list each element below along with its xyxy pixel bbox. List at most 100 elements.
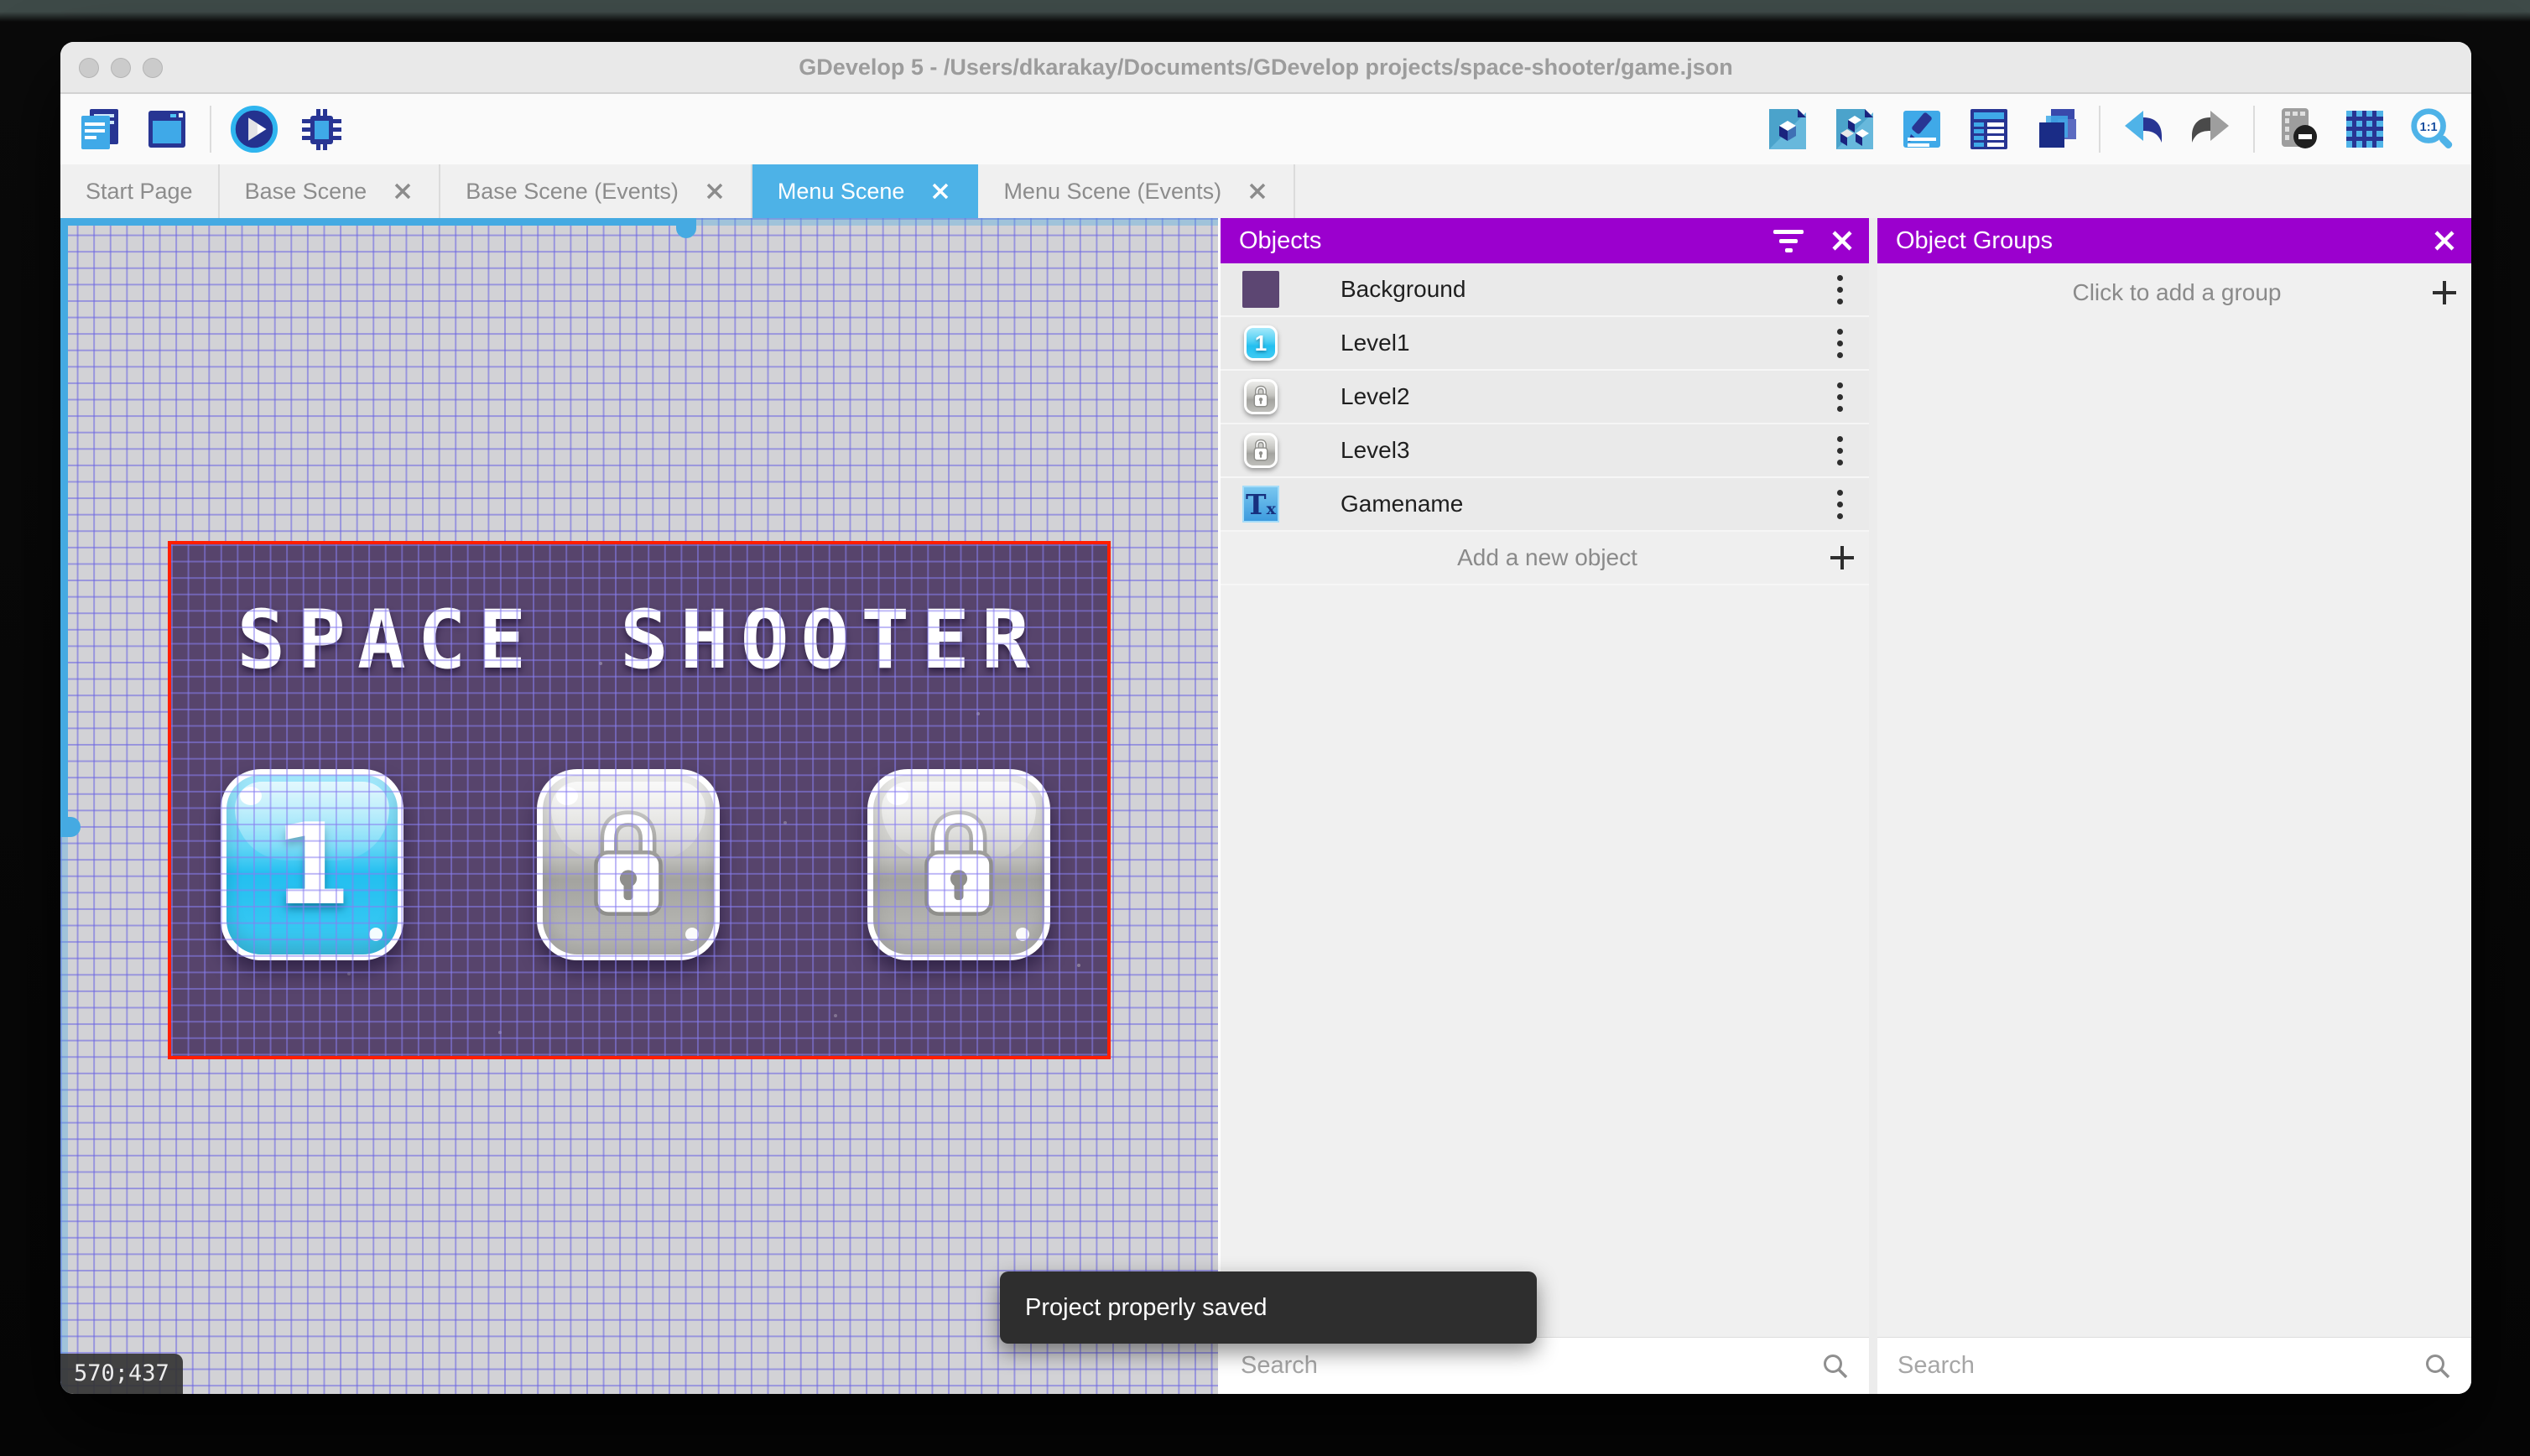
tab-base-scene-events[interactable]: Base Scene (Events) bbox=[440, 164, 752, 218]
level2-locked-thumbnail bbox=[1242, 377, 1280, 416]
plus-icon[interactable] bbox=[1815, 535, 1869, 580]
object-row-background[interactable]: Background bbox=[1221, 263, 1869, 317]
object-groups-search-input[interactable] bbox=[1877, 1338, 2423, 1394]
objects-panel-empty-space bbox=[1221, 585, 1869, 1337]
close-panel-icon[interactable] bbox=[2418, 218, 2471, 263]
app-window: GDevelop 5 - /Users/dkarakay/Documents/G… bbox=[60, 42, 2471, 1394]
object-menu-kebab-icon[interactable] bbox=[1810, 435, 1869, 465]
game-scene-viewport: SPACE SHOOTER 1 bbox=[168, 541, 1111, 1059]
level3-locked-button-object[interactable] bbox=[867, 769, 1050, 960]
minimize-window-button[interactable] bbox=[111, 58, 131, 78]
scene-editor-canvas[interactable]: SPACE SHOOTER 1 570;437 bbox=[60, 218, 1218, 1394]
scene-window-icon[interactable] bbox=[143, 105, 191, 153]
level3-locked-thumbnail bbox=[1242, 431, 1280, 470]
properties-pencil-icon[interactable] bbox=[1898, 105, 1946, 153]
background-thumbnail bbox=[1242, 270, 1280, 309]
project-manager-icon[interactable] bbox=[75, 105, 124, 153]
add-group-row[interactable]: Click to add a group bbox=[1877, 263, 2471, 322]
window-title: GDevelop 5 - /Users/dkarakay/Documents/G… bbox=[799, 55, 1733, 80]
object-row-level1[interactable]: 1 Level1 bbox=[1221, 317, 1869, 371]
level1-button-object[interactable]: 1 bbox=[221, 769, 403, 960]
object-menu-kebab-icon[interactable] bbox=[1810, 382, 1869, 412]
search-icon[interactable] bbox=[2423, 1351, 2453, 1381]
objects-search-input[interactable] bbox=[1221, 1338, 1820, 1394]
objects-panel: Objects Background 1 Level1 Level2 Level… bbox=[1221, 218, 1869, 1394]
zoom-ratio-label: 1:1 bbox=[2420, 121, 2438, 134]
object-groups-empty-space bbox=[1877, 322, 2471, 1337]
close-tab-icon[interactable] bbox=[704, 180, 726, 202]
zoom-one-to-one-icon[interactable]: 1:1 bbox=[2408, 105, 2456, 153]
object-menu-kebab-icon[interactable] bbox=[1810, 328, 1869, 358]
main-area: SPACE SHOOTER 1 570;437 Objects Backgrou… bbox=[60, 218, 2471, 1394]
vertical-scrollbar[interactable] bbox=[60, 218, 81, 1394]
tab-label: Start Page bbox=[86, 178, 193, 204]
object-menu-kebab-icon[interactable] bbox=[1810, 274, 1869, 304]
objects-search-bar bbox=[1221, 1337, 1869, 1394]
traffic-lights bbox=[79, 58, 163, 78]
panel-title: Object Groups bbox=[1896, 226, 2053, 254]
level2-locked-button-object[interactable] bbox=[537, 769, 720, 960]
horizontal-scroll-knob[interactable] bbox=[676, 218, 696, 238]
tab-menu-scene[interactable]: Menu Scene bbox=[752, 164, 979, 218]
object-name: Background bbox=[1340, 276, 1466, 302]
lock-icon bbox=[924, 810, 993, 916]
layers-icon[interactable] bbox=[2032, 105, 2080, 153]
object-groups-panel-header: Object Groups bbox=[1877, 218, 2471, 263]
object-menu-kebab-icon[interactable] bbox=[1810, 489, 1869, 519]
undo-icon[interactable] bbox=[2119, 105, 2168, 153]
object-groups-panel: Object Groups Click to add a group bbox=[1877, 218, 2471, 1394]
object-row-level3[interactable]: Level3 bbox=[1221, 424, 1869, 478]
close-window-button[interactable] bbox=[79, 58, 99, 78]
cursor-coordinates-badge: 570;437 bbox=[60, 1354, 183, 1394]
vertical-scroll-knob[interactable] bbox=[60, 817, 81, 837]
redo-icon[interactable] bbox=[2186, 105, 2235, 153]
game-title-text-object[interactable]: SPACE SHOOTER bbox=[171, 593, 1107, 687]
add-object-label: Add a new object bbox=[1457, 544, 1637, 570]
tab-label: Base Scene bbox=[244, 178, 367, 204]
lock-icon bbox=[594, 810, 663, 916]
mask-preview-icon[interactable] bbox=[2273, 105, 2322, 153]
tab-label: Menu Scene bbox=[777, 178, 905, 204]
object-groups-search-bar bbox=[1877, 1337, 2471, 1394]
toolbar-separator bbox=[210, 106, 211, 153]
object-name: Level3 bbox=[1340, 437, 1410, 463]
objects-panel-header: Objects bbox=[1221, 218, 1869, 263]
level1-number: 1 bbox=[273, 799, 351, 930]
search-icon[interactable] bbox=[1820, 1351, 1851, 1381]
close-panel-icon[interactable] bbox=[1815, 218, 1869, 263]
panel-divider bbox=[1869, 218, 1877, 1394]
title-bar: GDevelop 5 - /Users/dkarakay/Documents/G… bbox=[60, 42, 2471, 94]
object-name: Level1 bbox=[1340, 330, 1410, 356]
preview-play-button[interactable] bbox=[230, 105, 279, 153]
close-tab-icon[interactable] bbox=[392, 180, 414, 202]
text-object-thumbnail: Tx bbox=[1242, 485, 1280, 523]
object-name: Level2 bbox=[1340, 383, 1410, 409]
object-row-level2[interactable]: Level2 bbox=[1221, 371, 1869, 424]
add-new-object-row[interactable]: Add a new object bbox=[1221, 532, 1869, 585]
object-name: Gamename bbox=[1340, 491, 1464, 517]
tab-menu-scene-events[interactable]: Menu Scene (Events) bbox=[978, 164, 1296, 218]
object-groups-editor-icon[interactable] bbox=[1830, 105, 1879, 153]
toolbar-separator bbox=[2099, 106, 2101, 153]
toolbar-right-group: 1:1 bbox=[1763, 105, 2456, 153]
debugger-bug-icon[interactable] bbox=[297, 105, 346, 153]
scene-tab-bar: Start Page Base Scene Base Scene (Events… bbox=[60, 164, 2471, 218]
toolbar-separator bbox=[2253, 106, 2255, 153]
grid-toggle-icon[interactable] bbox=[2340, 105, 2389, 153]
lock-icon bbox=[1253, 385, 1268, 408]
add-group-label: Click to add a group bbox=[2072, 279, 2282, 305]
instances-list-icon[interactable] bbox=[1965, 105, 2013, 153]
close-tab-icon[interactable] bbox=[1247, 180, 1268, 202]
save-toast: Project properly saved bbox=[1000, 1271, 1537, 1344]
objects-editor-icon[interactable] bbox=[1763, 105, 1812, 153]
tab-start-page[interactable]: Start Page bbox=[60, 164, 220, 218]
maximize-window-button[interactable] bbox=[143, 58, 163, 78]
tab-label: Base Scene (Events) bbox=[466, 178, 679, 204]
filter-icon[interactable] bbox=[1762, 218, 1815, 263]
object-row-gamename[interactable]: Tx Gamename bbox=[1221, 478, 1869, 532]
plus-icon[interactable] bbox=[2418, 270, 2471, 315]
horizontal-scrollbar[interactable] bbox=[60, 218, 1218, 238]
close-tab-icon[interactable] bbox=[929, 180, 951, 202]
level1-thumbnail: 1 bbox=[1242, 324, 1280, 362]
tab-base-scene[interactable]: Base Scene bbox=[220, 164, 441, 218]
